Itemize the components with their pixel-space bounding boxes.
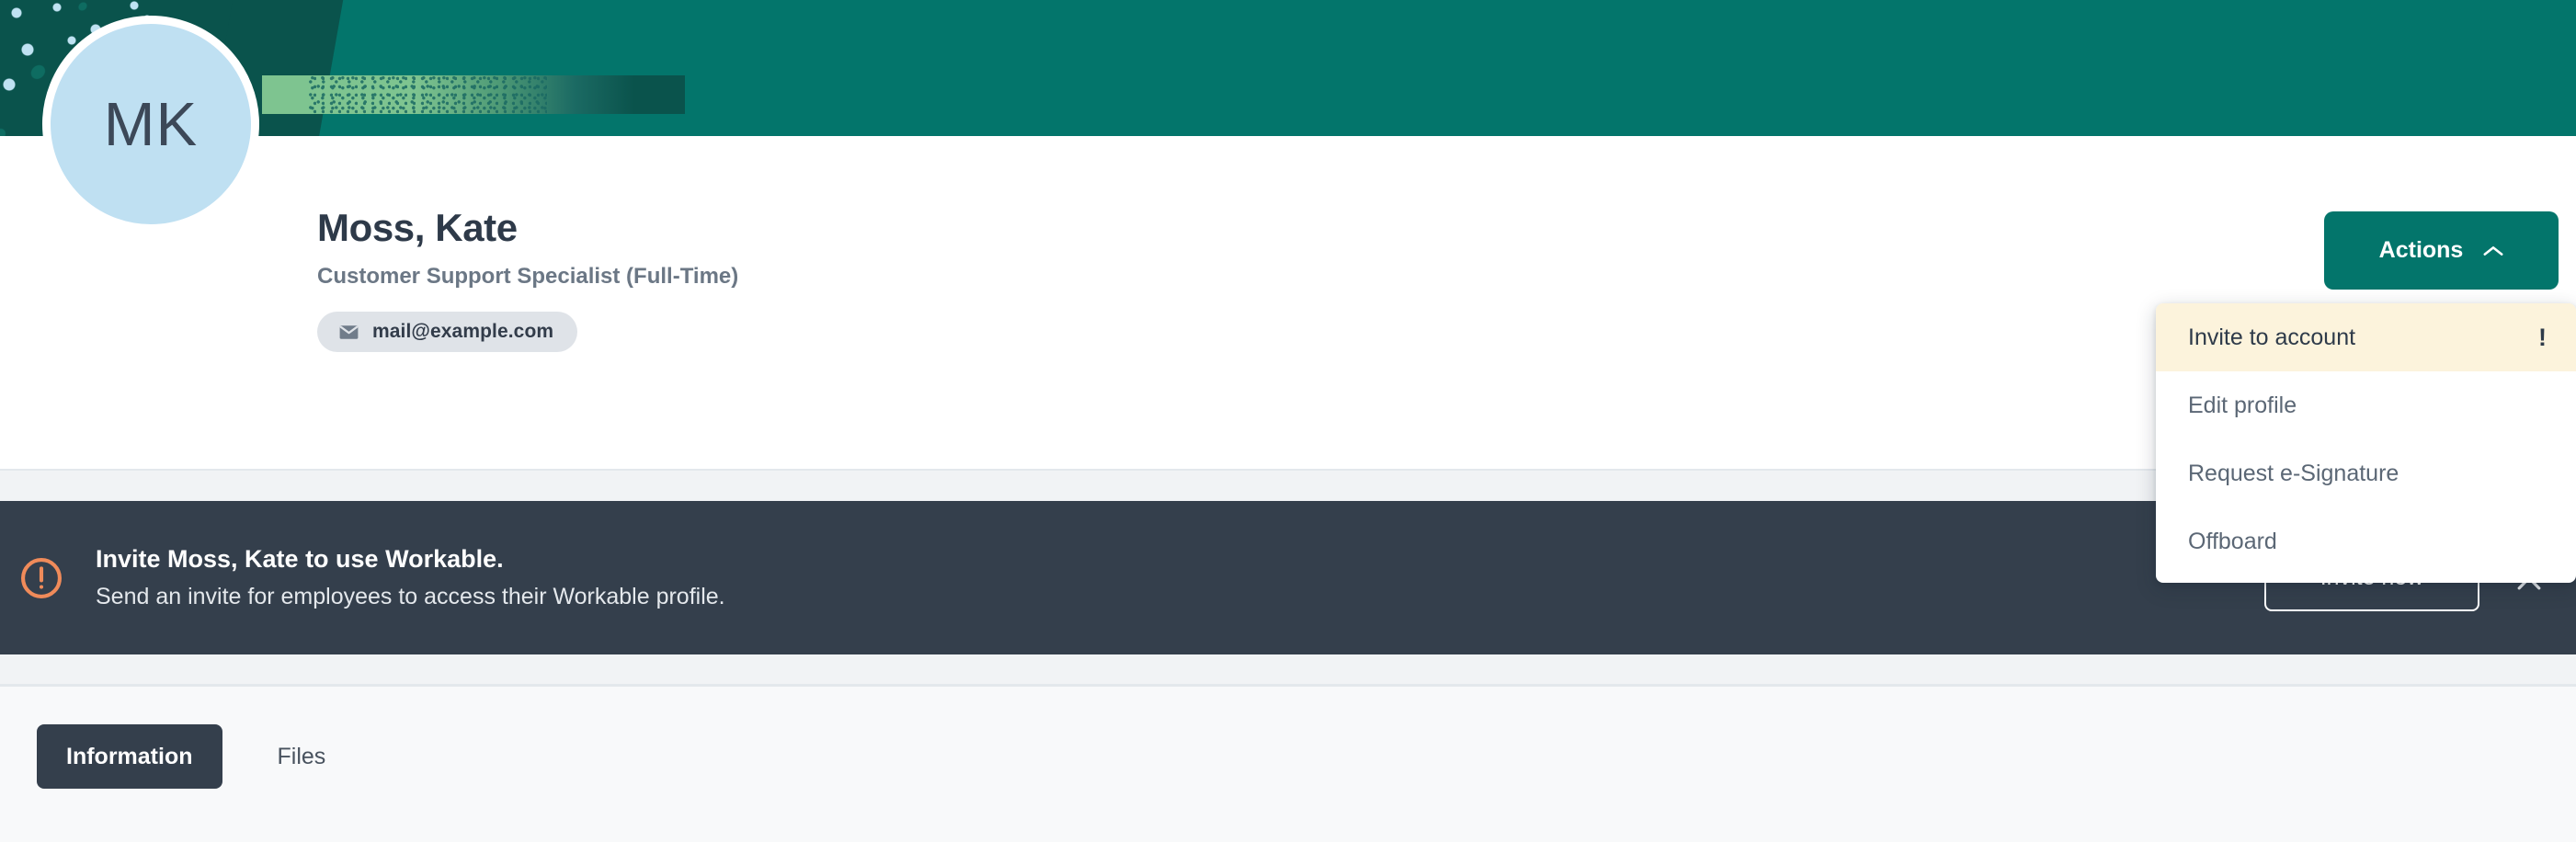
menu-item-label: Offboard [2188, 528, 2277, 554]
menu-item-label: Invite to account [2188, 324, 2356, 350]
menu-item-label: Request e-Signature [2188, 460, 2399, 486]
mail-icon [337, 321, 360, 344]
tab-information[interactable]: Information [37, 724, 222, 789]
page-title: Moss, Kate [317, 206, 518, 249]
email-text: mail@example.com [372, 321, 554, 343]
actions-dropdown-menu: Invite to account ! Edit profile Request… [2156, 303, 2576, 583]
menu-item-request-e-signature[interactable]: Request e-Signature [2156, 439, 2576, 507]
menu-item-alert-badge: ! [2538, 323, 2547, 351]
menu-item-label: Edit profile [2188, 392, 2297, 418]
profile-identity: Moss, Kate Customer Support Specialist (… [317, 206, 739, 353]
header-decoration-green-bar [262, 75, 685, 114]
actions-button[interactable]: Actions [2324, 211, 2559, 290]
alert-circle-icon [13, 550, 70, 607]
section-divider-bottom [0, 654, 2576, 687]
actions-button-label: Actions [2378, 237, 2464, 263]
invite-banner-text: Invite Moss, Kate to use Workable. Send … [96, 542, 2264, 612]
email-chip[interactable]: mail@example.com [317, 312, 578, 353]
avatar: MK [42, 16, 259, 233]
menu-item-edit-profile[interactable]: Edit profile [2156, 371, 2576, 439]
tab-files[interactable]: Files [248, 724, 356, 789]
profile-role: Customer Support Specialist (Full-Time) [317, 264, 739, 290]
menu-item-offboard[interactable]: Offboard [2156, 507, 2576, 575]
avatar-initials: MK [103, 89, 199, 159]
profile-tabs: Information Files [0, 687, 2576, 842]
menu-item-invite-to-account[interactable]: Invite to account ! [2156, 303, 2576, 371]
chevron-up-icon [2483, 245, 2503, 257]
invite-banner-title: Invite Moss, Kate to use Workable. [96, 545, 504, 574]
profile-header-banner [0, 0, 2576, 136]
invite-banner-subtitle: Send an invite for employees to access t… [96, 583, 725, 609]
